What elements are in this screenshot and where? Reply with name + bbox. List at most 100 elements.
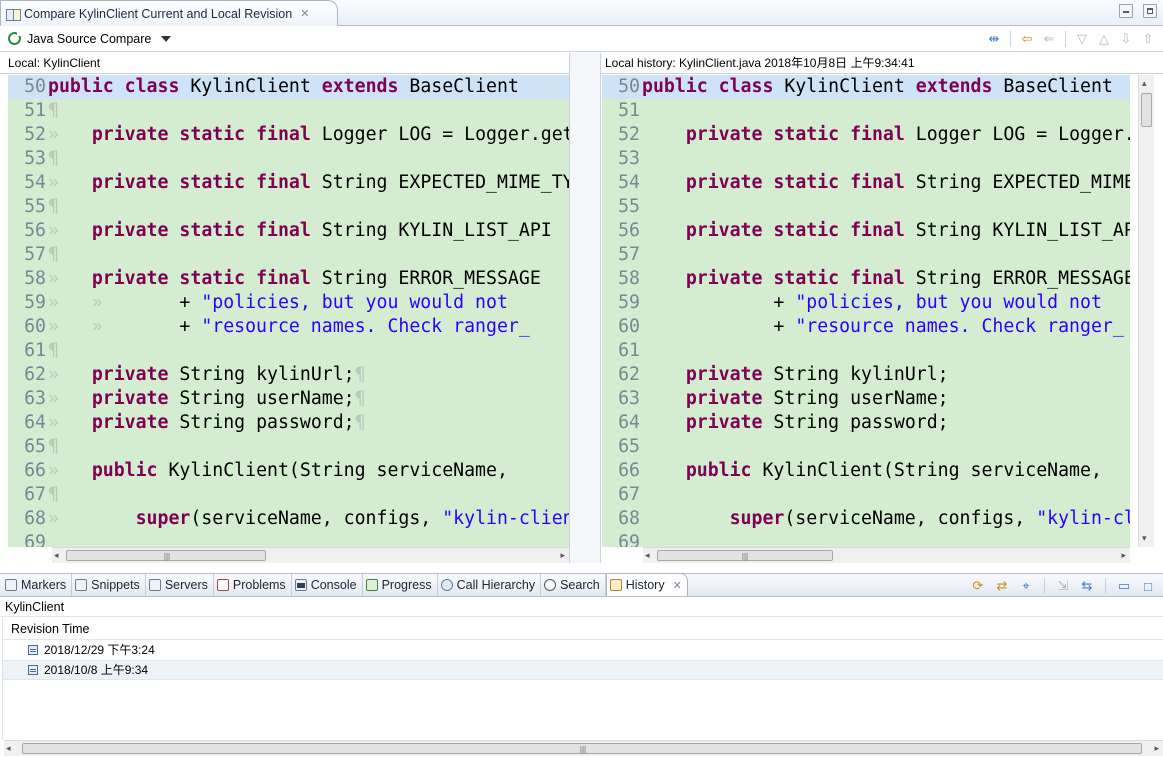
previous-change-icon[interactable]: ⇧ [1139, 30, 1157, 48]
line-number: 56 [24, 220, 46, 241]
keyword: public [91, 460, 158, 481]
whitespace-marker: ¶ [354, 364, 366, 385]
compare-viewer-label: Java Source Compare [27, 31, 152, 46]
line-number: 64 [618, 412, 640, 433]
left-code-pane[interactable]: 50 public class KylinClient extends BaseC… [8, 75, 569, 547]
code-text: String userName; [762, 388, 949, 409]
line-number: 65 [24, 436, 46, 457]
close-icon[interactable]: ✕ [673, 579, 682, 592]
history-row[interactable]: 2018/10/8 上午9:34 [3, 660, 1163, 680]
pin-icon[interactable]: ⌖ [1017, 577, 1035, 595]
code-line: 56 private static final String KYLIN_LIS… [602, 219, 1130, 243]
console-icon [294, 579, 307, 591]
view-maximize-icon[interactable]: □ [1139, 577, 1157, 595]
line-number: 51 [618, 100, 640, 121]
keyword: static [773, 172, 840, 193]
keyword: private [685, 220, 763, 241]
line-number: 61 [24, 340, 46, 361]
line-number: 58 [24, 268, 46, 289]
keyword: class [124, 76, 180, 97]
line-number: 68 [618, 508, 640, 529]
line-number: 69 [24, 532, 46, 547]
tab-history[interactable]: History ✕ [605, 573, 688, 596]
refresh-icon[interactable]: ⟳ [969, 577, 987, 595]
history-horizontal-scrollbar[interactable]: ◂ ||| ▸ [4, 740, 1163, 756]
link-with-editor-icon[interactable]: ⇄ [993, 577, 1011, 595]
keyword: private [685, 364, 763, 385]
keyword: private [685, 124, 763, 145]
keyword: final [256, 268, 311, 289]
right-code-pane[interactable]: 50 public class KylinClient extends BaseC… [602, 75, 1130, 547]
right-horizontal-scrollbar[interactable]: ◂ ||| ▸ [643, 547, 1130, 563]
previous-difference-icon[interactable]: △ [1095, 30, 1113, 48]
history-row[interactable]: 2018/12/29 下午3:24 [3, 640, 1163, 660]
whitespace-marker: » » [48, 316, 103, 337]
tab-servers[interactable]: Servers [146, 574, 214, 596]
tab-console[interactable]: Console [292, 574, 363, 596]
revision-time-column-header[interactable]: Revision Time [3, 618, 1163, 640]
view-minimize-icon[interactable]: ▭ [1115, 577, 1133, 595]
copy-current-change-icon[interactable]: ⇐ [1040, 30, 1058, 48]
maximize-button[interactable] [1143, 4, 1157, 18]
close-icon[interactable]: ✕ [300, 7, 309, 20]
code-line: 61 [602, 339, 1130, 363]
ignore-whitespace-icon[interactable]: ⇹ [985, 30, 1003, 48]
next-change-icon[interactable]: ⇩ [1117, 30, 1135, 48]
code-line: 65 ¶ [8, 435, 569, 459]
tab-label: Markers [21, 578, 67, 592]
java-source-compare-icon [8, 31, 22, 45]
keyword: private [91, 364, 169, 385]
tab-markers[interactable]: Markers [2, 574, 73, 596]
line-number: 67 [24, 484, 46, 505]
code-text: String password; [762, 412, 949, 433]
keyword: private [91, 124, 169, 145]
code-text: String userName; [168, 388, 355, 409]
tab-problems[interactable]: Problems [214, 574, 292, 596]
line-number: 52 [24, 124, 46, 145]
tab-snippets[interactable]: Snippets [72, 574, 146, 596]
right-vertical-scrollbar[interactable]: ▴ ▾ [1138, 75, 1154, 547]
line-number: 57 [24, 244, 46, 265]
string-literal: "policies, but you would not [201, 292, 519, 313]
collapse-icon[interactable]: ⇲ [1054, 577, 1072, 595]
code-line: 60 + "resource names. Check ranger_ [602, 315, 1130, 339]
viewer-dropdown-icon[interactable] [161, 35, 172, 42]
code-line: 64 private String password; [602, 411, 1130, 435]
keyword: public [685, 460, 752, 481]
line-number: 53 [24, 148, 46, 169]
code-line: 64» private String password;¶ [8, 411, 569, 435]
left-horizontal-scrollbar[interactable]: ◂ ||| ▸ [52, 547, 569, 563]
tab-progress[interactable]: Progress [363, 574, 438, 596]
revision-time: 2018/10/8 上午9:34 [44, 663, 149, 677]
copy-all-right-to-left-icon[interactable]: ⇦ [1018, 30, 1036, 48]
keyword: static [179, 124, 246, 145]
keyword: extends [915, 76, 993, 97]
code-line: 60» » + "resource names. Check ranger_ [8, 315, 569, 339]
code-text: + [179, 292, 202, 313]
compare-editor-tab[interactable]: Compare KylinClient Current and Local Re… [0, 0, 338, 26]
tab-call-hierarchy[interactable]: Call Hierarchy [438, 574, 542, 596]
keyword: static [773, 124, 840, 145]
keyword: class [718, 76, 774, 97]
keyword: static [179, 172, 246, 193]
code-text: KylinClient(String serviceName, [157, 460, 519, 481]
line-number: 60 [24, 316, 46, 337]
tab-search[interactable]: Search [541, 574, 606, 596]
line-number: 61 [618, 340, 640, 361]
whitespace-marker: » [48, 460, 59, 481]
compare-mode-icon[interactable]: ⇆ [1078, 577, 1096, 595]
call-hierarchy-icon [440, 579, 453, 591]
minimize-button[interactable] [1119, 4, 1133, 18]
tab-label: Problems [232, 578, 286, 592]
next-difference-icon[interactable]: ▽ [1073, 30, 1091, 48]
string-literal: "kylin-client" [1036, 508, 1130, 529]
